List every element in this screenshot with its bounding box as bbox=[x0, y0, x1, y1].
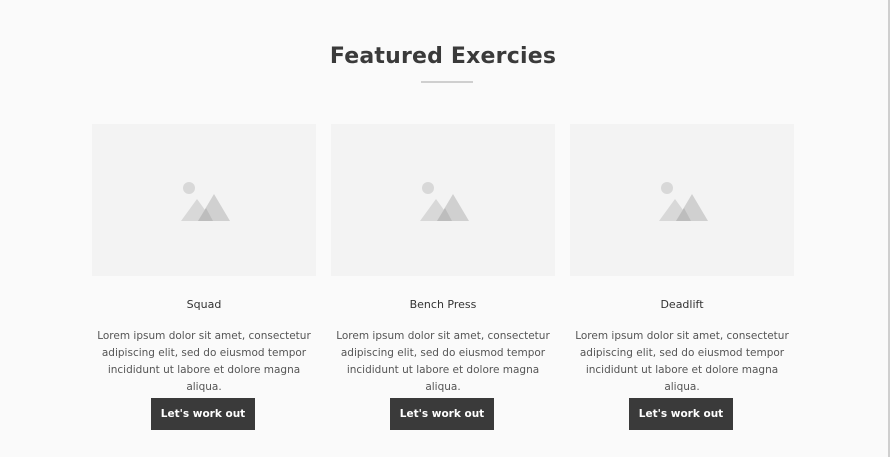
exercise-cards: Squad Lorem ipsum dolor sit amet, consec… bbox=[92, 124, 794, 434]
lets-work-out-button[interactable]: Let's work out bbox=[390, 398, 494, 430]
card-title: Deadlift bbox=[660, 298, 704, 311]
image-placeholder-icon bbox=[181, 182, 230, 221]
card-title: Bench Press bbox=[409, 298, 477, 311]
card-description: Lorem ipsum dolor sit amet, consectetur … bbox=[575, 330, 789, 393]
lets-work-out-button[interactable]: Let's work out bbox=[629, 398, 733, 430]
image-placeholder-icon bbox=[659, 182, 708, 221]
image-placeholder-icon bbox=[420, 182, 469, 221]
featured-exercises-section: Featured Exercies Squad Lorem ipsum dolo… bbox=[0, 0, 888, 457]
exercise-card-deadlift: Deadlift Lorem ipsum dolor sit amet, con… bbox=[570, 124, 794, 434]
card-image-placeholder bbox=[570, 124, 794, 276]
lets-work-out-button[interactable]: Let's work out bbox=[151, 398, 255, 430]
card-description: Lorem ipsum dolor sit amet, consectetur … bbox=[336, 330, 550, 393]
exercise-card-bench-press: Bench Press Lorem ipsum dolor sit amet, … bbox=[331, 124, 555, 434]
card-title: Squad bbox=[186, 298, 222, 311]
card-description: Lorem ipsum dolor sit amet, consectetur … bbox=[97, 330, 311, 393]
exercise-card-squad: Squad Lorem ipsum dolor sit amet, consec… bbox=[92, 124, 316, 434]
title-underline bbox=[421, 81, 473, 83]
card-image-placeholder bbox=[331, 124, 555, 276]
card-image-placeholder bbox=[92, 124, 316, 276]
section-title: Featured Exercies bbox=[329, 44, 557, 69]
